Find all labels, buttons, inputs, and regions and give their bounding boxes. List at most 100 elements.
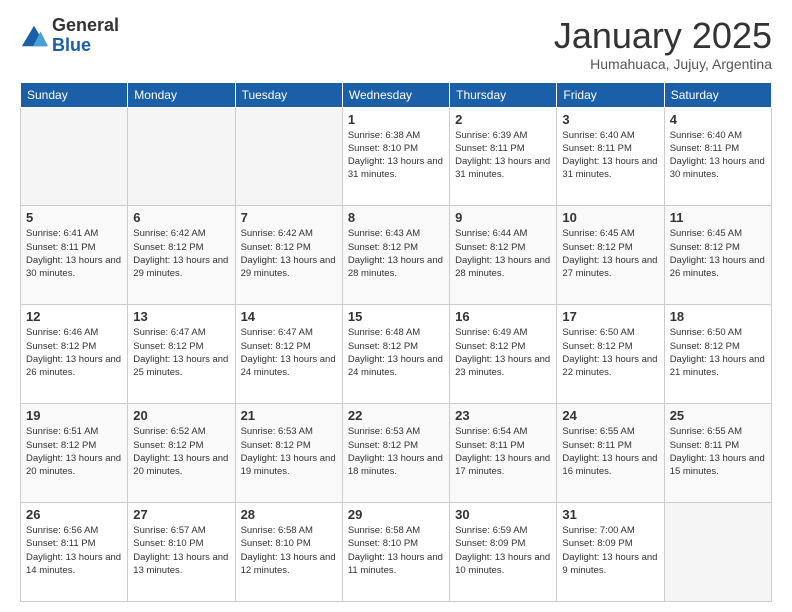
day-info: Sunrise: 6:45 AM Sunset: 8:12 PM Dayligh… [670,227,766,280]
calendar-cell: 23Sunrise: 6:54 AM Sunset: 8:11 PM Dayli… [450,404,557,503]
calendar-cell: 31 Sunrise: 7:00 AM Sunset: 8:09 PM Dayli… [557,503,664,602]
day-number: 12 [26,309,122,324]
day-info: Sunrise: 6:42 AM Sunset: 8:12 PM Dayligh… [133,227,229,280]
calendar-cell: 29Sunrise: 6:58 AM Sunset: 8:10 PM Dayli… [342,503,449,602]
calendar-cell: 27 Sunrise: 6:57 AM Sunset: 8:10 PM Dayli… [128,503,235,602]
column-header-sunday: Sunday [21,82,128,107]
day-info: Sunrise: 6:51 AM Sunset: 8:12 PM Dayligh… [26,425,122,478]
logo-icon [20,22,48,50]
day-number: 11 [670,210,766,225]
day-info: Sunrise: 6:53 AM Sunset: 8:12 PM Dayligh… [348,425,444,478]
calendar-cell: 6 Sunrise: 6:42 AM Sunset: 8:12 PM Daylig… [128,206,235,305]
logo: General Blue [20,16,119,56]
calendar-cell: 9 Sunrise: 6:44 AM Sunset: 8:12 PM Daylig… [450,206,557,305]
day-info: Sunrise: 6:42 AM Sunset: 8:12 PM Dayligh… [241,227,337,280]
column-header-monday: Monday [128,82,235,107]
day-number: 21 [241,408,337,423]
calendar-cell: 17Sunrise: 6:50 AM Sunset: 8:12 PM Dayli… [557,305,664,404]
calendar-week-row: 19 Sunrise: 6:51 AM Sunset: 8:12 PM Dayli… [21,404,772,503]
day-number: 20 [133,408,229,423]
calendar-header-row: SundayMondayTuesdayWednesdayThursdayFrid… [21,82,772,107]
day-number: 1 [348,112,444,127]
day-info: Sunrise: 6:38 AM Sunset: 8:10 PM Dayligh… [348,129,444,182]
calendar-subtitle: Humahuaca, Jujuy, Argentina [554,56,772,72]
day-info: Sunrise: 6:43 AM Sunset: 8:12 PM Dayligh… [348,227,444,280]
day-info: Sunrise: 7:00 AM Sunset: 8:09 PM Dayligh… [562,524,658,577]
calendar-cell: 28 Sunrise: 6:58 AM Sunset: 8:10 PM Dayli… [235,503,342,602]
calendar-cell: 18Sunrise: 6:50 AM Sunset: 8:12 PM Dayli… [664,305,771,404]
calendar-cell [664,503,771,602]
column-header-saturday: Saturday [664,82,771,107]
calendar-cell [128,107,235,206]
calendar-table: SundayMondayTuesdayWednesdayThursdayFrid… [20,82,772,602]
calendar-cell: 24 Sunrise: 6:55 AM Sunset: 8:11 PM Dayli… [557,404,664,503]
calendar-title: January 2025 [554,16,772,56]
column-header-wednesday: Wednesday [342,82,449,107]
day-number: 14 [241,309,337,324]
day-info: Sunrise: 6:50 AM Sunset: 8:12 PM Dayligh… [670,326,766,379]
day-info: Sunrise: 6:50 AM Sunset: 8:12 PM Dayligh… [562,326,658,379]
day-number: 26 [26,507,122,522]
day-number: 6 [133,210,229,225]
day-number: 16 [455,309,551,324]
day-info: Sunrise: 6:58 AM Sunset: 8:10 PM Dayligh… [241,524,337,577]
calendar-cell: 26 Sunrise: 6:56 AM Sunset: 8:11 PM Dayli… [21,503,128,602]
day-number: 25 [670,408,766,423]
calendar-cell: 3 Sunrise: 6:40 AM Sunset: 8:11 PM Daylig… [557,107,664,206]
day-number: 10 [562,210,658,225]
calendar-cell: 14 Sunrise: 6:47 AM Sunset: 8:12 PM Dayli… [235,305,342,404]
day-number: 9 [455,210,551,225]
header: General Blue January 2025 Humahuaca, Juj… [20,16,772,72]
calendar-cell [235,107,342,206]
logo-general: General [52,16,119,36]
calendar-cell: 5 Sunrise: 6:41 AM Sunset: 8:11 PM Daylig… [21,206,128,305]
calendar-cell: 4 Sunrise: 6:40 AM Sunset: 8:11 PM Daylig… [664,107,771,206]
calendar-cell: 8Sunrise: 6:43 AM Sunset: 8:12 PM Daylig… [342,206,449,305]
day-info: Sunrise: 6:39 AM Sunset: 8:11 PM Dayligh… [455,129,551,182]
day-number: 19 [26,408,122,423]
day-number: 15 [348,309,444,324]
day-info: Sunrise: 6:48 AM Sunset: 8:12 PM Dayligh… [348,326,444,379]
day-number: 24 [562,408,658,423]
day-number: 4 [670,112,766,127]
day-info: Sunrise: 6:40 AM Sunset: 8:11 PM Dayligh… [562,129,658,182]
day-number: 28 [241,507,337,522]
day-number: 22 [348,408,444,423]
column-header-friday: Friday [557,82,664,107]
title-section: January 2025 Humahuaca, Jujuy, Argentina [554,16,772,72]
day-info: Sunrise: 6:45 AM Sunset: 8:12 PM Dayligh… [562,227,658,280]
day-number: 7 [241,210,337,225]
calendar-cell: 15 Sunrise: 6:48 AM Sunset: 8:12 PM Dayli… [342,305,449,404]
calendar-cell [21,107,128,206]
day-info: Sunrise: 6:55 AM Sunset: 8:11 PM Dayligh… [562,425,658,478]
day-info: Sunrise: 6:47 AM Sunset: 8:12 PM Dayligh… [241,326,337,379]
day-number: 5 [26,210,122,225]
column-header-thursday: Thursday [450,82,557,107]
day-info: Sunrise: 6:41 AM Sunset: 8:11 PM Dayligh… [26,227,122,280]
day-info: Sunrise: 6:46 AM Sunset: 8:12 PM Dayligh… [26,326,122,379]
day-info: Sunrise: 6:44 AM Sunset: 8:12 PM Dayligh… [455,227,551,280]
day-info: Sunrise: 6:57 AM Sunset: 8:10 PM Dayligh… [133,524,229,577]
day-info: Sunrise: 6:55 AM Sunset: 8:11 PM Dayligh… [670,425,766,478]
day-info: Sunrise: 6:49 AM Sunset: 8:12 PM Dayligh… [455,326,551,379]
day-number: 23 [455,408,551,423]
calendar-cell: 20Sunrise: 6:52 AM Sunset: 8:12 PM Dayli… [128,404,235,503]
calendar-cell: 7 Sunrise: 6:42 AM Sunset: 8:12 PM Daylig… [235,206,342,305]
day-number: 27 [133,507,229,522]
calendar-week-row: 1 Sunrise: 6:38 AM Sunset: 8:10 PM Daylig… [21,107,772,206]
calendar-cell: 12 Sunrise: 6:46 AM Sunset: 8:12 PM Dayli… [21,305,128,404]
day-number: 2 [455,112,551,127]
page: General Blue January 2025 Humahuaca, Juj… [0,0,792,612]
calendar-week-row: 26 Sunrise: 6:56 AM Sunset: 8:11 PM Dayli… [21,503,772,602]
calendar-cell: 1 Sunrise: 6:38 AM Sunset: 8:10 PM Daylig… [342,107,449,206]
day-info: Sunrise: 6:40 AM Sunset: 8:11 PM Dayligh… [670,129,766,182]
calendar-cell: 19 Sunrise: 6:51 AM Sunset: 8:12 PM Dayli… [21,404,128,503]
calendar-cell: 25 Sunrise: 6:55 AM Sunset: 8:11 PM Dayli… [664,404,771,503]
day-number: 3 [562,112,658,127]
calendar-cell: 13Sunrise: 6:47 AM Sunset: 8:12 PM Dayli… [128,305,235,404]
logo-text: General Blue [52,16,119,56]
day-info: Sunrise: 6:56 AM Sunset: 8:11 PM Dayligh… [26,524,122,577]
calendar-cell: 2 Sunrise: 6:39 AM Sunset: 8:11 PM Daylig… [450,107,557,206]
calendar-cell: 30Sunrise: 6:59 AM Sunset: 8:09 PM Dayli… [450,503,557,602]
day-number: 31 [562,507,658,522]
